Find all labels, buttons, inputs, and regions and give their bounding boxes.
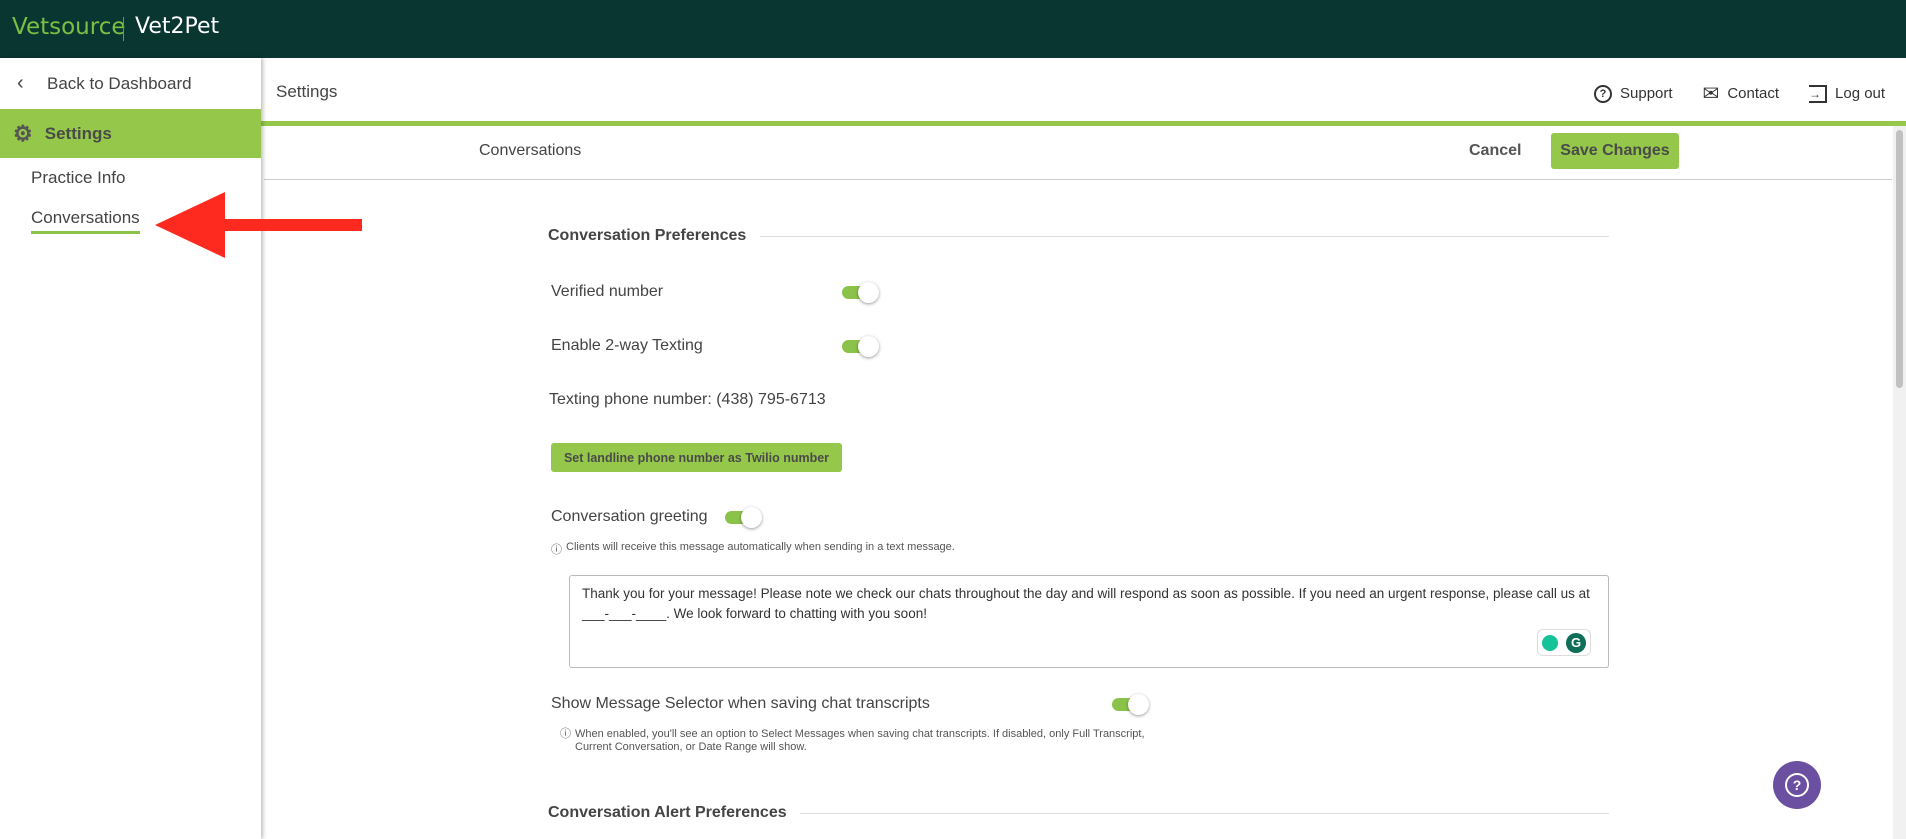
sidebar-item-settings[interactable]: ⚙ Settings bbox=[0, 109, 261, 158]
info-icon: ⓘ bbox=[551, 544, 562, 556]
vetsource-logo: Vetsource bbox=[12, 14, 126, 40]
section-title: Conversations bbox=[479, 142, 582, 159]
message-selector-info-text: When enabled, you'll see an option to Se… bbox=[575, 728, 1145, 753]
mail-icon: ✉ bbox=[1702, 83, 1720, 105]
scrollbar-thumb[interactable] bbox=[1896, 130, 1903, 388]
divider bbox=[800, 813, 1609, 814]
preferences-heading: Conversation Preferences bbox=[548, 227, 747, 244]
sidebar-item-practice-info[interactable]: Practice Info bbox=[31, 168, 126, 188]
grammarly-widget[interactable]: G bbox=[1537, 629, 1591, 656]
logout-link[interactable]: → Log out bbox=[1809, 81, 1885, 106]
app-header: Vetsource Vet2Pet bbox=[0, 0, 1906, 58]
sidebar: ‹ Back to Dashboard ⚙ Settings Practice … bbox=[0, 58, 261, 839]
sidebar-item-conversations[interactable]: Conversations bbox=[31, 208, 140, 234]
support-label: Support bbox=[1620, 85, 1673, 102]
message-selector-label: Show Message Selector when saving chat t… bbox=[551, 695, 930, 712]
cancel-button[interactable]: Cancel bbox=[1469, 142, 1521, 160]
set-landline-button[interactable]: Set landline phone number as Twilio numb… bbox=[551, 443, 842, 472]
grammarly-icon: G bbox=[1566, 632, 1586, 653]
verified-number-toggle[interactable] bbox=[842, 282, 879, 303]
alert-preferences-heading: Conversation Alert Preferences bbox=[548, 804, 787, 821]
greeting-toggle[interactable] bbox=[725, 507, 762, 528]
divider bbox=[760, 236, 1609, 237]
help-circle-icon: ? bbox=[1785, 773, 1809, 797]
help-circle-icon: ? bbox=[1594, 84, 1612, 103]
page-title: Settings bbox=[276, 82, 338, 101]
two-way-texting-toggle[interactable] bbox=[842, 336, 879, 357]
help-fab-button[interactable]: ? bbox=[1773, 761, 1821, 809]
red-arrow-annotation bbox=[155, 192, 362, 258]
save-changes-button[interactable]: Save Changes bbox=[1551, 133, 1679, 169]
gear-icon: ⚙ bbox=[13, 120, 33, 146]
two-way-texting-label: Enable 2-way Texting bbox=[551, 337, 703, 354]
contact-label: Contact bbox=[1727, 85, 1780, 102]
sub-toolbar: Conversations Cancel Save Changes bbox=[264, 126, 1892, 180]
greeting-info-text: Clients will receive this message automa… bbox=[566, 541, 955, 553]
back-label: Back to Dashboard bbox=[47, 73, 192, 93]
contact-link[interactable]: ✉ Contact bbox=[1703, 81, 1779, 106]
message-selector-info: ⓘ When enabled, you'll see an option to S… bbox=[560, 728, 1150, 754]
logo-divider bbox=[123, 17, 124, 41]
app-name: Vet2Pet bbox=[135, 14, 220, 39]
back-to-dashboard-link[interactable]: ‹ Back to Dashboard bbox=[0, 58, 261, 109]
verified-number-label: Verified number bbox=[551, 283, 664, 300]
lightbulb-icon bbox=[1542, 634, 1558, 651]
greeting-textarea[interactable]: Thank you for your message! Please note … bbox=[569, 575, 1609, 668]
logout-icon: → bbox=[1809, 84, 1828, 103]
settings-label: Settings bbox=[44, 123, 112, 143]
chevron-left-icon: ‹ bbox=[17, 72, 24, 94]
info-icon: ⓘ bbox=[560, 728, 571, 740]
top-bar: Settings ? Support ✉ Contact → Log out bbox=[261, 58, 1906, 121]
message-selector-toggle[interactable] bbox=[1112, 694, 1149, 715]
greeting-info: ⓘ Clients will receive this message autom… bbox=[551, 541, 955, 557]
texting-phone-number: Texting phone number: (438) 795-6713 bbox=[549, 391, 826, 408]
logout-label: Log out bbox=[1835, 85, 1886, 102]
greeting-label: Conversation greeting bbox=[551, 508, 708, 525]
support-link[interactable]: ? Support bbox=[1594, 81, 1673, 106]
